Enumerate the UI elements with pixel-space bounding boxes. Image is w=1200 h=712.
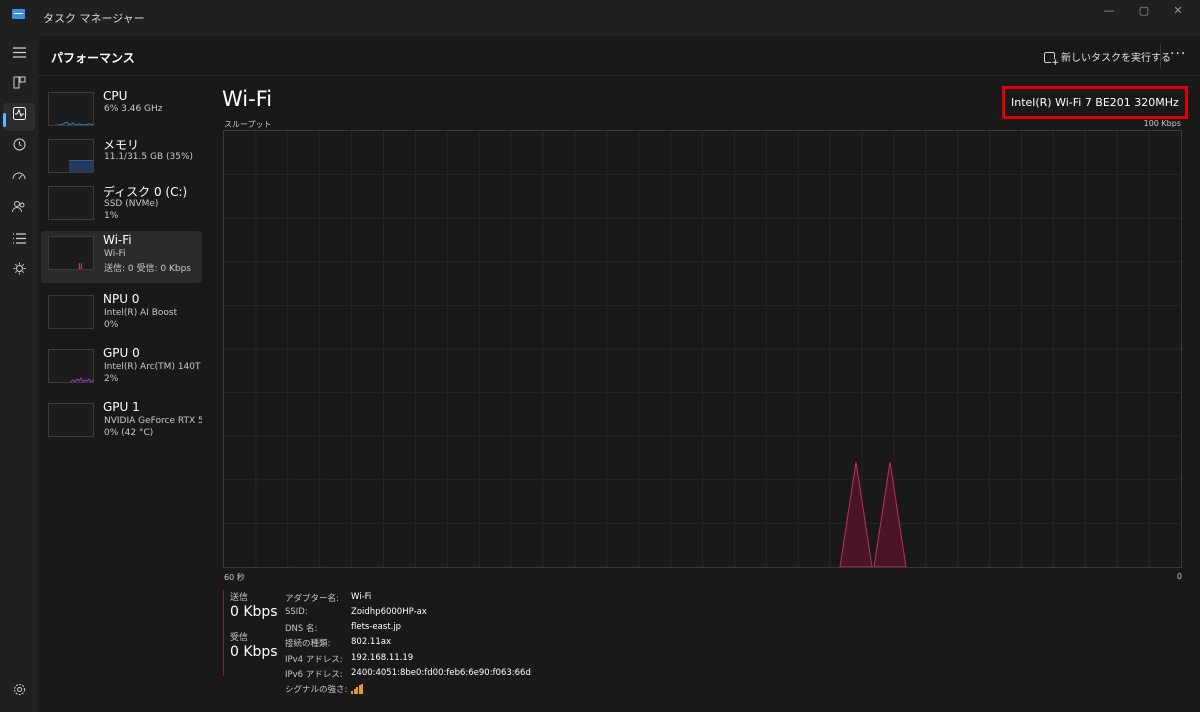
property-key: IPv6 アドレス: — [285, 670, 343, 680]
task-manager-app-icon — [12, 9, 25, 19]
sidebar-item-usage: 2% — [104, 374, 119, 384]
detail-title: Wi-Fi — [222, 87, 273, 111]
property-key: IPv4 アドレス: — [285, 655, 343, 665]
page-title: パフォーマンス — [51, 51, 135, 65]
main-panel: パフォーマンス 新しいタスクを実行する ··· CPU 6% 3.46 GHz … — [38, 36, 1200, 712]
active-indicator — [3, 113, 6, 127]
throughput-chart-svg — [224, 131, 1181, 568]
sidebar-item-detail: 11.1/31.5 GB (35%) — [104, 152, 194, 162]
sidebar-item-title: ディスク 0 (C:) — [103, 185, 188, 199]
window-title: タスク マネージャー — [43, 12, 145, 25]
sidebar-item-detail: 6% 3.46 GHz — [104, 104, 163, 114]
x-axis-start-label: 60 秒 — [224, 573, 245, 582]
send-value: 0 Kbps — [230, 604, 278, 620]
property-value: 2400:4051:8be0:fd00:feb6:6e90:f063:66d — [351, 668, 531, 678]
throughput-label: スループット — [224, 120, 272, 129]
sidebar-item-npu-0[interactable]: NPU 0 Intel(R) AI Boost 0% — [41, 292, 202, 344]
property-value: flets-east.jp — [351, 622, 402, 632]
sidebar-item-detail: NVIDIA GeForce RTX 5060 — [104, 416, 202, 426]
sidebar-item-title: メモリ — [103, 138, 140, 152]
sidebar-item-usage: 0% (42 °C) — [104, 428, 154, 438]
property-value: 802.11ax — [351, 637, 391, 647]
services-icon[interactable] — [0, 258, 38, 286]
sidebar-item-disk-0[interactable]: ディスク 0 (C:) SSD (NVMe) 1% — [41, 183, 202, 235]
property-key: シグナルの強さ: — [285, 685, 348, 695]
sidebar-item-detail: Wi-Fi — [104, 249, 126, 259]
adapter-highlight-box: Intel(R) Wi-Fi 7 BE201 320MHz — [1002, 86, 1188, 119]
sidebar-item-title: CPU — [103, 89, 128, 103]
sidebar-item-memory[interactable]: メモリ 11.1/31.5 GB (35%) — [41, 136, 202, 188]
receive-value: 0 Kbps — [230, 644, 278, 660]
receive-stat: 受信 0 Kbps — [223, 630, 283, 676]
gpu-1-thumbnail-graph — [48, 403, 94, 437]
more-options-button[interactable]: ··· — [1170, 46, 1186, 62]
page-header: パフォーマンス 新しいタスクを実行する ··· — [38, 36, 1200, 76]
property-key: 接続の種類: — [285, 639, 331, 649]
sidebar-item-usage: 0% — [104, 320, 119, 330]
disk-thumbnail-graph — [48, 186, 94, 220]
sidebar-item-title: Wi-Fi — [103, 233, 132, 247]
sidebar-item-detail: Intel(R) AI Boost — [104, 308, 178, 318]
sidebar-item-gpu-1[interactable]: GPU 1 NVIDIA GeForce RTX 5060 0% (42 °C) — [41, 400, 202, 452]
send-label: 送信 — [230, 593, 249, 603]
startup-apps-icon[interactable] — [0, 165, 38, 193]
sidebar-item-gpu-0[interactable]: GPU 0 Intel(R) Arc(TM) 140T GPU 2% — [41, 346, 202, 398]
signal-strength-icon — [351, 684, 363, 694]
adapter-name: Intel(R) Wi-Fi 7 BE201 320MHz — [1011, 96, 1179, 109]
property-value: 192.168.11.19 — [351, 653, 414, 663]
wifi-thumbnail-graph — [48, 236, 94, 270]
throughput-spike-1 — [839, 461, 873, 568]
throughput-spike-2 — [873, 461, 907, 568]
run-new-task-button[interactable]: 新しいタスクを実行する — [1044, 49, 1171, 68]
cpu-thumbnail-graph — [48, 92, 94, 126]
new-task-icon — [1044, 52, 1059, 68]
navigation-rail — [0, 36, 38, 712]
throughput-chart — [223, 130, 1182, 568]
property-key: アダプター名: — [285, 594, 339, 604]
property-key: DNS 名: — [285, 624, 318, 634]
receive-label: 受信 — [230, 633, 249, 643]
property-key: SSID: — [285, 607, 308, 617]
processes-icon[interactable] — [0, 72, 38, 100]
settings-icon[interactable] — [0, 679, 38, 707]
run-new-task-label: 新しいタスクを実行する — [1061, 53, 1171, 64]
menu-icon[interactable] — [0, 41, 38, 69]
sidebar-item-detail: Intel(R) Arc(TM) 140T GPU — [104, 362, 202, 372]
sidebar-item-usage: 1% — [104, 211, 119, 221]
app-history-icon[interactable] — [0, 134, 38, 162]
close-button[interactable]: ✕ — [1155, 0, 1200, 24]
npu-thumbnail-graph — [48, 295, 94, 329]
sidebar-item-title: GPU 0 — [103, 346, 140, 360]
sidebar-item-cpu[interactable]: CPU 6% 3.46 GHz — [41, 89, 202, 141]
sidebar-item-title: NPU 0 — [103, 292, 140, 306]
sidebar-item-title: GPU 1 — [103, 400, 140, 414]
throughput-max-label: 100 Kbps — [1143, 119, 1181, 128]
gpu-0-thumbnail-graph — [48, 349, 94, 383]
details-icon[interactable] — [0, 227, 38, 255]
users-icon[interactable] — [0, 196, 38, 224]
sidebar-item-detail: SSD (NVMe) — [104, 199, 159, 209]
property-value: Zoidhp6000HP-ax — [351, 607, 427, 617]
sidebar-item-wifi[interactable]: Wi-Fi Wi-Fi 送信: 0 受信: 0 Kbps — [41, 231, 202, 283]
x-axis-end-label: 0 — [1176, 572, 1182, 581]
performance-icon[interactable] — [3, 103, 35, 131]
chart-grid — [224, 131, 1181, 567]
title-bar: タスク マネージャー — ▢ ✕ — [0, 0, 1200, 36]
property-value: Wi-Fi — [351, 592, 372, 602]
header-divider — [1160, 44, 1161, 68]
memory-thumbnail-graph — [48, 139, 94, 173]
sidebar-item-usage: 送信: 0 受信: 0 Kbps — [104, 264, 191, 274]
